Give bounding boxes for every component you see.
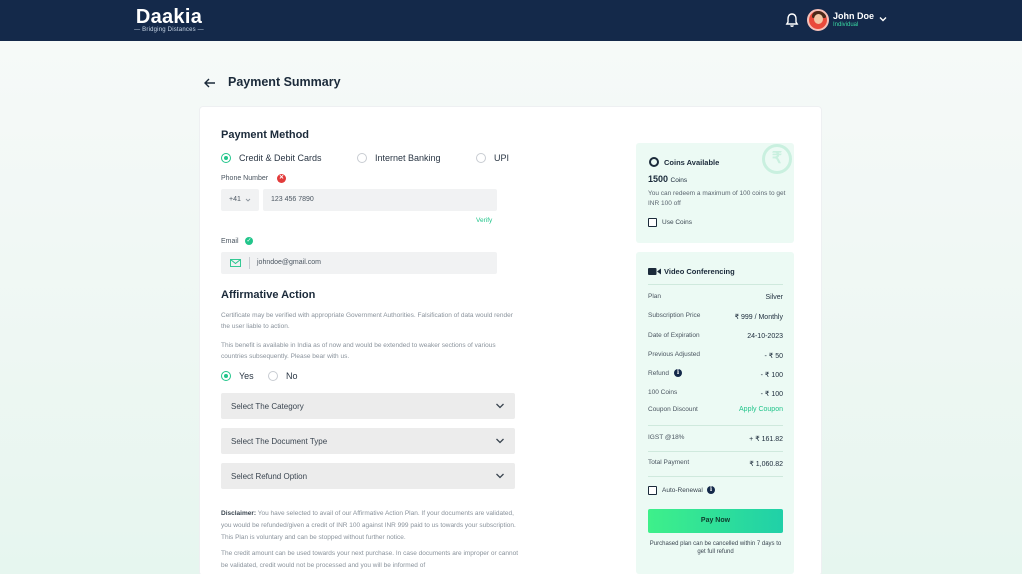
brand-tagline: — Bridging Distances — — [134, 27, 204, 33]
affirmative-action-title: Affirmative Action — [221, 289, 316, 301]
radio-credit-debit[interactable] — [221, 153, 231, 163]
disclaimer-text: You have selected to avail of our Affirm… — [221, 510, 516, 541]
disclaimer-text-2: The credit amount can be used towards yo… — [221, 550, 518, 569]
previous-adjusted-label: Previous Adjusted — [648, 351, 701, 358]
chevron-down-icon — [496, 438, 504, 444]
info-icon[interactable]: i — [674, 369, 682, 377]
auto-renewal-checkbox[interactable] — [648, 486, 657, 495]
coins-available-title: Coins Available — [664, 158, 720, 167]
phone-number-value: 123 456 7890 — [271, 196, 314, 203]
date-of-expiration-value: 24-10-2023 — [747, 333, 783, 340]
radio-no[interactable] — [268, 371, 278, 381]
cancellation-footnote: Purchased plan can be cancelled within 7… — [649, 541, 782, 555]
affirmative-para-2: This benefit is available in India as of… — [221, 342, 496, 360]
total-payment-value: ₹ 1,060.82 — [749, 461, 783, 468]
user-role: Individual — [833, 22, 859, 28]
auto-renewal-label[interactable]: Auto-Renewal — [662, 487, 703, 494]
divider — [648, 476, 783, 477]
radio-internet-banking-label[interactable]: Internet Banking — [375, 153, 441, 163]
plan-value: Silver — [765, 294, 783, 301]
rupee-coin-icon: ₹ — [762, 144, 792, 174]
document-type-select[interactable]: Select The Document Type — [221, 428, 515, 454]
verified-check-icon: ✓ — [245, 237, 253, 245]
email-value: johndoe@gmail.com — [257, 259, 321, 266]
use-coins-label[interactable]: Use Coins — [662, 219, 692, 226]
disclaimer: Disclaimer: You have selected to avail o… — [221, 508, 521, 544]
radio-upi-label[interactable]: UPI — [494, 153, 509, 163]
apply-coupon-link[interactable]: Apply Coupon — [739, 406, 783, 413]
video-conferencing-title: Video Conferencing — [664, 267, 735, 276]
affirmative-para-1: Certificate may be verified with appropr… — [221, 312, 513, 330]
coins-deduction-label: 100 Coins — [648, 389, 678, 396]
user-name[interactable]: John Doe — [833, 11, 874, 21]
back-arrow-icon[interactable] — [203, 76, 217, 90]
field-divider — [249, 257, 250, 269]
country-code-select[interactable]: +41 — [221, 189, 259, 211]
avatar[interactable] — [807, 9, 829, 31]
disclaimer-label: Disclaimer: — [221, 510, 257, 517]
subscription-price-label: Subscription Price — [648, 312, 701, 319]
date-of-expiration-label: Date of Expiration — [648, 332, 700, 339]
email-label: Email — [221, 238, 239, 245]
payment-method-title: Payment Method — [221, 129, 310, 141]
chevron-down-icon — [496, 403, 504, 409]
coins-deduction-value: - ₹ 100 — [760, 391, 783, 398]
page-title: Payment Summary — [228, 75, 341, 89]
use-coins-checkbox[interactable] — [648, 218, 657, 227]
phone-number-input[interactable]: 123 456 7890 — [263, 189, 497, 211]
plan-label: Plan — [648, 293, 662, 300]
phone-number-label: Phone Number — [221, 175, 269, 182]
coins-amount: 1500 Coins — [648, 174, 687, 184]
chevron-down-icon — [496, 473, 504, 479]
email-input[interactable]: johndoe@gmail.com — [221, 252, 497, 274]
refund-label: Refund — [648, 370, 669, 377]
divider — [648, 451, 783, 452]
pay-now-button[interactable]: Pay Now — [648, 509, 783, 533]
bell-icon[interactable] — [785, 12, 799, 28]
coins-unit: Coins — [670, 177, 688, 184]
radio-no-label[interactable]: No — [286, 371, 298, 381]
error-icon: ✕ — [277, 174, 286, 183]
info-icon[interactable]: i — [707, 486, 715, 494]
mail-icon — [230, 259, 241, 267]
radio-internet-banking[interactable] — [357, 153, 367, 163]
refund-option-select-text: Select Refund Option — [231, 472, 308, 481]
category-select[interactable]: Select The Category — [221, 393, 515, 419]
document-type-select-text: Select The Document Type — [231, 437, 328, 446]
igst-value: + ₹ 161.82 — [749, 436, 783, 443]
refund-value: - ₹ 100 — [760, 372, 783, 379]
top-navbar: Daakia — Bridging Distances — John Doe I… — [0, 0, 1022, 41]
radio-yes[interactable] — [221, 371, 231, 381]
subscription-price-value: ₹ 999 / Monthly — [734, 314, 783, 321]
brand-name: Daakia — [135, 6, 203, 28]
radio-credit-debit-label[interactable]: Credit & Debit Cards — [239, 153, 322, 163]
brand-logo[interactable]: Daakia — Bridging Distances — — [134, 5, 204, 33]
igst-label: IGST @18% — [648, 434, 685, 441]
coins-note: You can redeem a maximum of 100 coins to… — [648, 190, 786, 207]
category-select-text: Select The Category — [231, 402, 304, 411]
country-code-value: +41 — [229, 196, 241, 203]
divider — [648, 284, 783, 285]
refund-option-select[interactable]: Select Refund Option — [221, 463, 515, 489]
pay-now-label: Pay Now — [700, 517, 731, 524]
coins-amount-value: 1500 — [648, 174, 669, 184]
coin-icon — [649, 157, 659, 167]
total-payment-label: Total Payment — [648, 459, 690, 466]
chevron-down-icon[interactable] — [878, 14, 888, 24]
coupon-discount-label: Coupon Discount — [648, 406, 698, 413]
radio-upi[interactable] — [476, 153, 486, 163]
previous-adjusted-value: - ₹ 50 — [764, 353, 783, 360]
video-camera-icon — [648, 268, 661, 275]
chevron-down-icon — [245, 198, 251, 202]
divider — [648, 425, 783, 426]
radio-yes-label[interactable]: Yes — [239, 371, 254, 381]
verify-link[interactable]: Verify — [476, 217, 492, 224]
